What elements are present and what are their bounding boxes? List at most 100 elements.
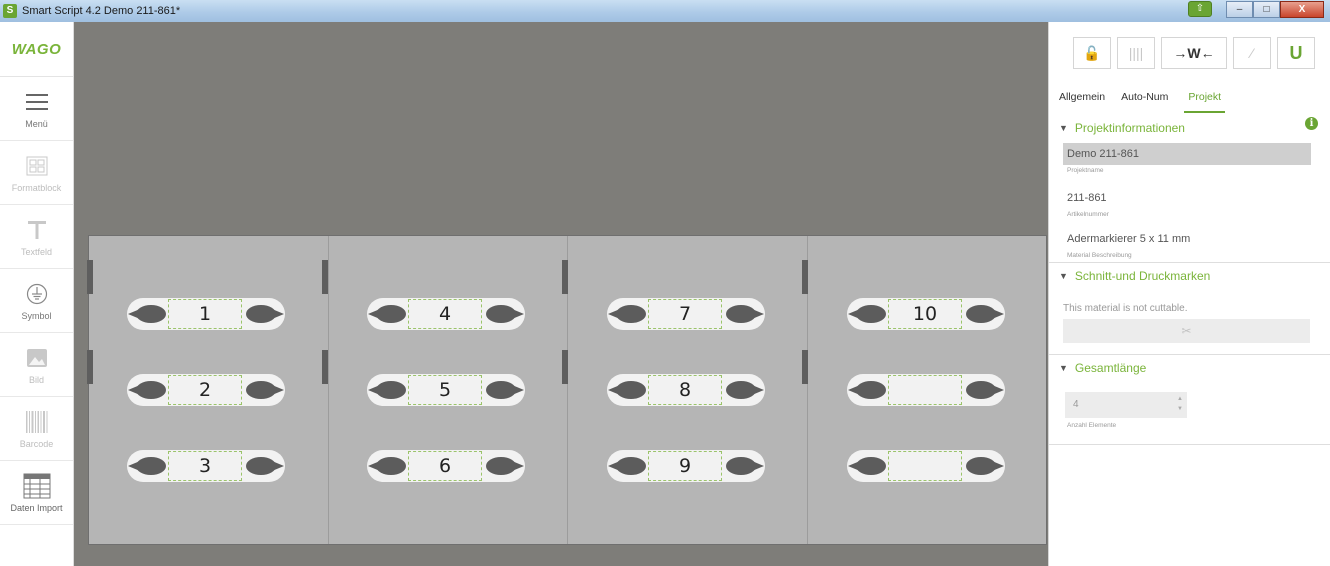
wire-marker[interactable]: 7 xyxy=(607,298,765,330)
marker-hole xyxy=(608,381,646,399)
sidebar-item-formatblock[interactable]: Formatblock xyxy=(0,141,73,205)
section-divider xyxy=(1049,444,1330,445)
design-canvas[interactable]: 1 2 3 4 5 6 7 8 9 10 xyxy=(74,22,1048,566)
sidebar-item-menu[interactable]: Menü xyxy=(0,77,73,141)
sheet-tab xyxy=(802,350,808,384)
marker-text-field[interactable]: 5 xyxy=(408,375,482,405)
element-count-stepper[interactable]: 4 ▲ ▼ xyxy=(1065,392,1187,418)
tab-auto-num[interactable]: Auto-Num xyxy=(1121,91,1168,113)
sheet-divider xyxy=(328,236,329,544)
marker-hole xyxy=(486,381,524,399)
marker-hole xyxy=(608,457,646,475)
sidebar-item-symbol[interactable]: Symbol xyxy=(0,269,73,333)
marker-hole xyxy=(848,381,886,399)
lock-icon[interactable]: 🔓 xyxy=(1073,37,1111,69)
marker-text-field[interactable]: 7 xyxy=(648,299,722,329)
marker-hole xyxy=(246,457,284,475)
minimize-button[interactable]: – xyxy=(1226,1,1253,18)
article-number-field[interactable]: 211-861 Artikelnummer xyxy=(1063,187,1311,218)
sidebar-item-label: Bild xyxy=(28,374,44,385)
material-description-field[interactable]: Adermarkierer 5 x 11 mm Material Beschre… xyxy=(1063,228,1311,259)
sidebar-item-label: Textfeld xyxy=(20,246,53,257)
sidebar-item-label: Barcode xyxy=(19,438,54,449)
update-icon[interactable]: ⇧ xyxy=(1188,1,1212,17)
tab-projekt[interactable]: Projekt xyxy=(1184,91,1226,113)
sheet-tab xyxy=(322,350,328,384)
not-cuttable-note: This material is not cuttable. xyxy=(1063,303,1188,314)
marker-hole xyxy=(966,457,1004,475)
marker-hole xyxy=(128,305,166,323)
wire-marker[interactable]: 2 xyxy=(127,374,285,406)
marker-text-field[interactable] xyxy=(888,375,962,405)
table-import-icon xyxy=(23,473,51,499)
sidebar-item-label: Menü xyxy=(25,118,48,129)
wire-marker[interactable]: 6 xyxy=(367,450,525,482)
maximize-button[interactable]: □ xyxy=(1253,1,1280,18)
sidebar-item-label: Daten Import xyxy=(10,502,63,513)
marker-hole xyxy=(368,457,406,475)
title-bar: S Smart Script 4.2 Demo 211-861* ⇧ – □ X xyxy=(0,0,1330,22)
marker-hole xyxy=(128,457,166,475)
close-button[interactable]: X xyxy=(1280,1,1324,18)
project-name-field[interactable]: Demo 211-861 Projektname xyxy=(1063,143,1311,174)
app-icon: S xyxy=(3,4,17,18)
sidebar-item-barcode[interactable]: Barcode xyxy=(0,397,73,461)
text-icon xyxy=(27,217,47,243)
marker-hole xyxy=(726,457,764,475)
window-title: Smart Script 4.2 Demo 211-861* xyxy=(22,5,181,17)
marker-hole xyxy=(246,381,284,399)
marker-text-field[interactable]: 3 xyxy=(168,451,242,481)
marker-hole xyxy=(848,457,886,475)
wire-marker[interactable]: 9 xyxy=(607,450,765,482)
wire-marker[interactable]: 4 xyxy=(367,298,525,330)
hamburger-icon xyxy=(25,89,48,115)
barcode-icon xyxy=(25,409,49,435)
sidebar-item-bild[interactable]: Bild xyxy=(0,333,73,397)
wand-icon[interactable]: ⁄ xyxy=(1233,37,1271,69)
sidebar-item-label: Symbol xyxy=(21,310,52,321)
marker-hole xyxy=(608,305,646,323)
marker-hole xyxy=(486,305,524,323)
wire-marker[interactable] xyxy=(847,450,1005,482)
stepper-arrows-icon[interactable]: ▲ ▼ xyxy=(1177,394,1183,414)
marker-text-field[interactable]: 8 xyxy=(648,375,722,405)
sidebar-item-textfeld[interactable]: Textfeld xyxy=(0,205,73,269)
tab-allgemein[interactable]: Allgemein xyxy=(1059,91,1105,113)
wire-marker[interactable] xyxy=(847,374,1005,406)
wago-arrow-icon[interactable]: →W← xyxy=(1161,37,1227,69)
marker-hole xyxy=(128,381,166,399)
marker-hole xyxy=(368,305,406,323)
sheet-tab xyxy=(802,260,808,294)
info-icon[interactable]: i xyxy=(1305,117,1318,130)
marker-hole xyxy=(966,381,1004,399)
marker-text-field[interactable]: 6 xyxy=(408,451,482,481)
scissors-icon[interactable]: ✂ xyxy=(1063,319,1310,343)
image-icon xyxy=(26,345,48,371)
marker-text-field[interactable]: 1 xyxy=(168,299,242,329)
marker-text-field[interactable]: 10 xyxy=(888,299,962,329)
section-projektinformationen[interactable]: ▼ Projektinformationen xyxy=(1059,121,1185,135)
columns-icon[interactable]: |||| xyxy=(1117,37,1155,69)
chevron-down-icon: ▼ xyxy=(1059,123,1068,133)
marker-hole xyxy=(246,305,284,323)
marker-hole xyxy=(966,305,1004,323)
magnet-icon[interactable]: U xyxy=(1277,37,1315,69)
wire-marker[interactable]: 8 xyxy=(607,374,765,406)
wire-marker[interactable]: 5 xyxy=(367,374,525,406)
wire-marker[interactable]: 3 xyxy=(127,450,285,482)
panel-tabs: Allgemein Auto-Num Projekt xyxy=(1059,91,1226,113)
sidebar-item-daten-import[interactable]: Daten Import xyxy=(0,461,73,525)
section-divider xyxy=(1049,354,1330,355)
wire-marker[interactable]: 1 xyxy=(127,298,285,330)
marker-text-field[interactable]: 4 xyxy=(408,299,482,329)
section-gesamtlaenge[interactable]: ▼ Gesamtlänge xyxy=(1059,361,1146,375)
marker-text-field[interactable]: 9 xyxy=(648,451,722,481)
marker-text-field[interactable]: 2 xyxy=(168,375,242,405)
chevron-down-icon: ▼ xyxy=(1059,363,1068,373)
formatblock-icon xyxy=(26,153,48,179)
wire-marker[interactable]: 10 xyxy=(847,298,1005,330)
section-schnitt-druckmarken[interactable]: ▼ Schnitt-und Druckmarken xyxy=(1059,269,1210,283)
sidebar-item-label: Formatblock xyxy=(11,182,62,193)
marker-text-field[interactable] xyxy=(888,451,962,481)
chevron-down-icon: ▼ xyxy=(1059,271,1068,281)
